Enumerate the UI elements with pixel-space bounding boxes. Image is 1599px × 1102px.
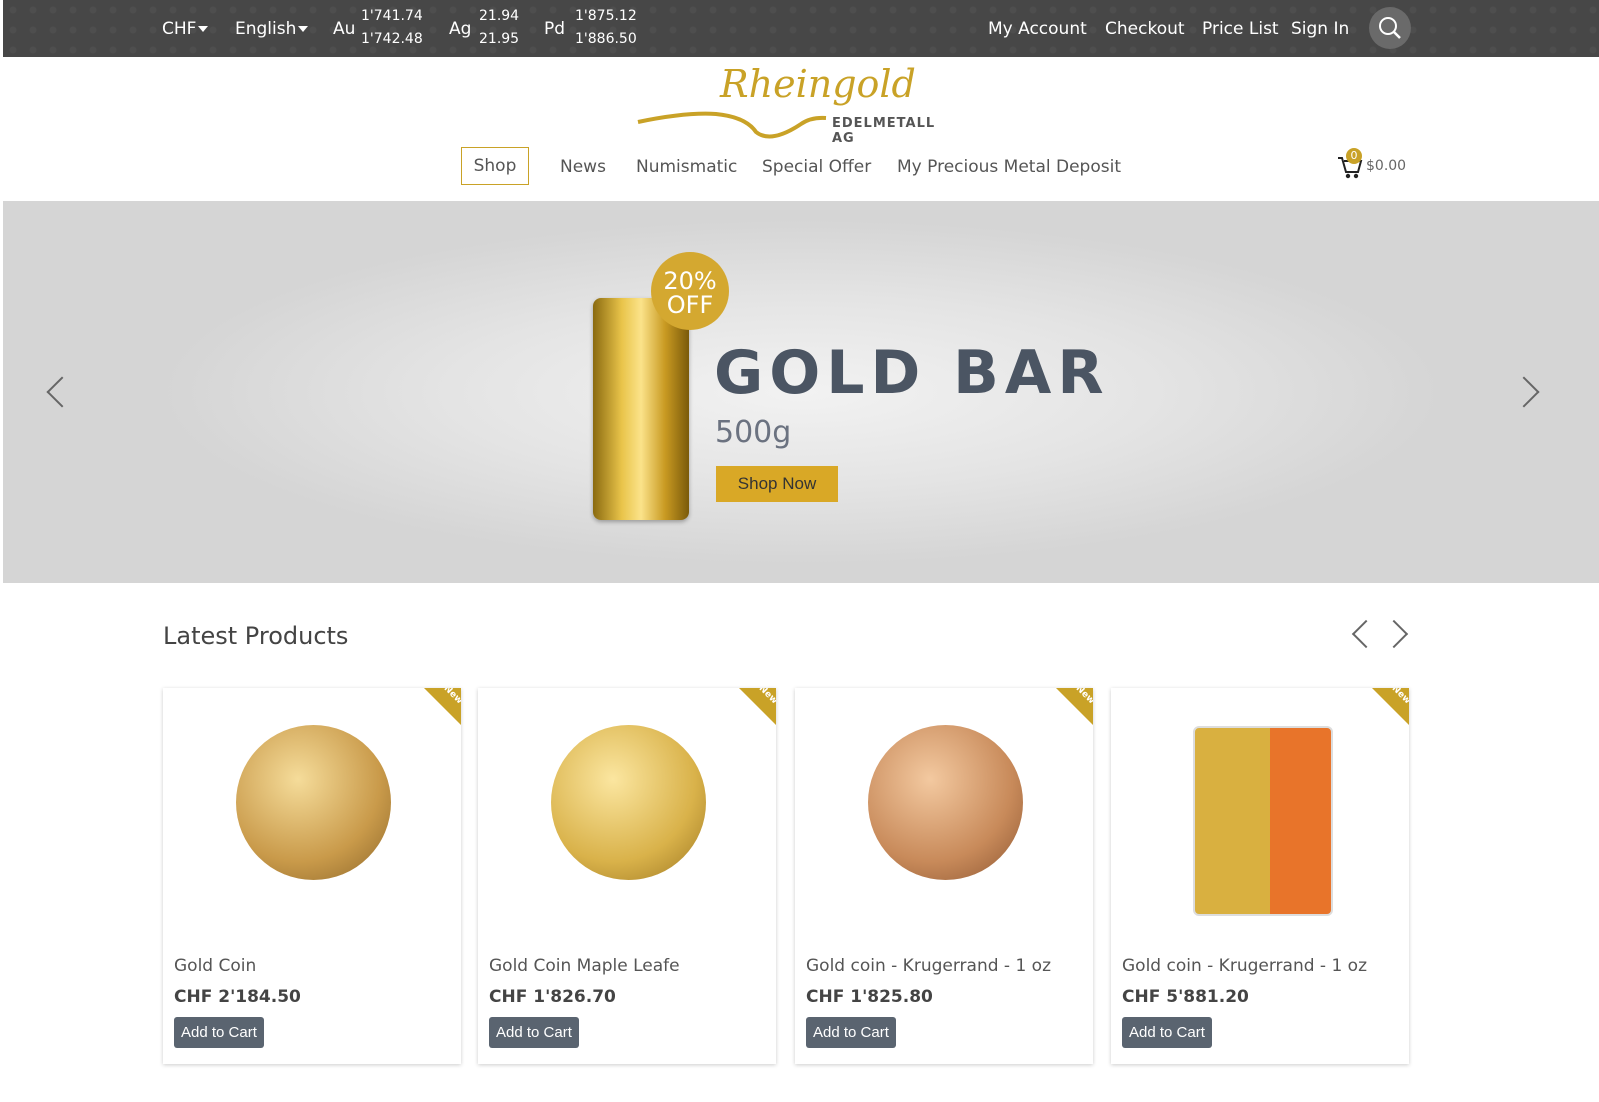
au-symbol: Au (333, 19, 356, 39)
caret-down-icon (198, 26, 209, 32)
nav-news[interactable]: News (560, 157, 606, 177)
ag-ask: 21.95 (479, 31, 520, 47)
product-name[interactable]: Gold Coin (174, 956, 256, 976)
product-card[interactable]: New Gold coin - Krugerrand - 1 oz CHF 1'… (795, 688, 1093, 1064)
checkout-link[interactable]: Checkout (1105, 19, 1185, 39)
section-title: Latest Products (163, 622, 349, 650)
caret-down-icon (298, 26, 309, 32)
language-label: English (235, 19, 297, 39)
product-price: CHF 2'184.50 (174, 987, 301, 1007)
nav-shop[interactable]: Shop (461, 147, 529, 185)
new-ribbon: New (1372, 688, 1409, 726)
pd-bid: 1'875.12 (575, 8, 637, 24)
badge-off: OFF (666, 291, 714, 319)
ribbon-label: New (1073, 688, 1093, 707)
currency-select[interactable]: CHF (162, 19, 209, 39)
search-icon (1379, 17, 1401, 39)
ag-prices: 21.94 21.95 (479, 5, 519, 51)
ribbon-label: New (756, 688, 776, 707)
products-next-arrow[interactable] (1379, 619, 1409, 649)
new-ribbon: New (1056, 688, 1093, 726)
pd-symbol: Pd (544, 19, 566, 39)
ribbon-label: New (1389, 688, 1409, 707)
banner-next-arrow[interactable] (1508, 376, 1540, 408)
banner-prev-arrow[interactable] (46, 376, 78, 408)
pd-prices: 1'875.12 1'886.50 (575, 5, 637, 51)
top-bar: CHF English Au 1'741.74 1'742.48 Ag 21.94… (3, 0, 1599, 57)
nav-precious-metal-deposit[interactable]: My Precious Metal Deposit (897, 157, 1121, 177)
product-image[interactable] (868, 725, 1023, 880)
price-list-link[interactable]: Price List (1202, 19, 1279, 39)
language-select[interactable]: English (235, 19, 309, 39)
logo-subtitle: EDELMETALL AG (832, 116, 936, 146)
add-to-cart-button[interactable]: Add to Cart (806, 1017, 896, 1048)
product-name[interactable]: Gold coin - Krugerrand - 1 oz (1122, 956, 1367, 976)
add-to-cart-button[interactable]: Add to Cart (174, 1017, 264, 1048)
product-card[interactable]: New Gold Coin CHF 2'184.50 Add to Cart (163, 688, 461, 1064)
banner-subtitle: 500g (715, 415, 792, 450)
new-ribbon: New (424, 688, 461, 726)
logo-swoosh (637, 111, 827, 139)
search-button[interactable] (1369, 7, 1411, 49)
product-price: CHF 1'826.70 (489, 987, 616, 1007)
nav-special-offer[interactable]: Special Offer (762, 157, 871, 177)
au-prices: 1'741.74 1'742.48 (361, 5, 423, 51)
my-account-link[interactable]: My Account (988, 19, 1087, 39)
product-card[interactable]: New Gold coin - Krugerrand - 1 oz CHF 5'… (1111, 688, 1409, 1064)
sign-in-link[interactable]: Sign In (1291, 19, 1349, 39)
product-image[interactable] (551, 725, 706, 880)
gold-bar-image (593, 298, 689, 520)
add-to-cart-button[interactable]: Add to Cart (1122, 1017, 1212, 1048)
product-name[interactable]: Gold coin - Krugerrand - 1 oz (806, 956, 1051, 976)
product-image[interactable] (1193, 726, 1333, 916)
banner-title: GOLD BAR (714, 338, 1110, 408)
cart-total: $0.00 (1366, 158, 1407, 174)
product-image[interactable] (236, 725, 391, 880)
currency-label: CHF (162, 19, 197, 39)
cart-count: 0 (1346, 148, 1362, 164)
ag-bid: 21.94 (479, 8, 520, 24)
product-price: CHF 1'825.80 (806, 987, 933, 1007)
badge-percent: 20% (663, 267, 717, 295)
product-card[interactable]: New Gold Coin Maple Leafe CHF 1'826.70 A… (478, 688, 776, 1064)
logo[interactable]: Rheingold EDELMETALL AG (636, 62, 946, 146)
au-ask: 1'742.48 (361, 31, 423, 47)
ribbon-label: New (441, 688, 461, 707)
pd-ask: 1'886.50 (575, 31, 637, 47)
product-price: CHF 5'881.20 (1122, 987, 1249, 1007)
au-bid: 1'741.74 (361, 8, 423, 24)
new-ribbon: New (739, 688, 776, 726)
product-name[interactable]: Gold Coin Maple Leafe (489, 956, 680, 976)
shop-now-button[interactable]: Shop Now (716, 466, 838, 502)
add-to-cart-button[interactable]: Add to Cart (489, 1017, 579, 1048)
ag-symbol: Ag (449, 19, 472, 39)
nav-numismatic[interactable]: Numismatic (636, 157, 737, 177)
discount-badge: 20% OFF (651, 252, 729, 330)
products-prev-arrow[interactable] (1351, 619, 1381, 649)
cart-widget[interactable]: 0 $0.00 (1336, 148, 1416, 182)
